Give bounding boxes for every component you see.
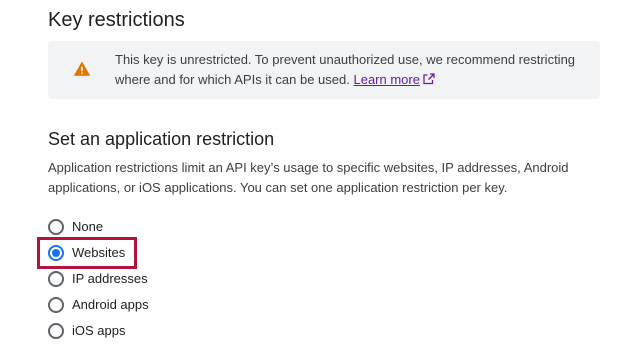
radio-option-android-apps[interactable]: Android apps [48,295,248,315]
application-restriction-heading: Set an application restriction [48,129,275,149]
radio-button-android-apps[interactable] [48,297,64,313]
radio-button-none[interactable] [48,219,64,235]
page: Key restrictions This key is unrestricte… [0,0,644,362]
radio-label-ip-addresses: IP addresses [72,271,148,286]
key-restrictions-heading: Key restrictions [48,9,185,31]
radio-label-ios-apps: iOS apps [72,323,126,338]
radio-label-none: None [72,219,104,234]
radio-option-ios-apps[interactable]: iOS apps [48,321,248,341]
warning-icon [73,61,91,76]
learn-more-label: Learn more [353,72,420,87]
radio-option-none[interactable]: None [48,217,248,237]
external-link-icon [423,73,435,85]
learn-more-link[interactable]: Learn more [353,72,435,87]
unrestricted-warning-banner: This key is unrestricted. To prevent una… [48,41,600,99]
radio-button-ios-apps[interactable] [48,323,64,339]
radio-label-websites: Websites [72,245,126,260]
radio-option-ip-addresses[interactable]: IP addresses [48,269,248,289]
application-restriction-description: Application restrictions limit an API ke… [48,160,569,195]
radio-button-websites[interactable] [48,245,64,261]
warning-message: This key is unrestricted. To prevent una… [115,50,585,90]
radio-label-android-apps: Android apps [72,297,149,312]
radio-option-websites[interactable]: Websites [48,243,248,263]
radio-button-ip-addresses[interactable] [48,271,64,287]
warning-text: This key is unrestricted. To prevent una… [115,52,576,87]
